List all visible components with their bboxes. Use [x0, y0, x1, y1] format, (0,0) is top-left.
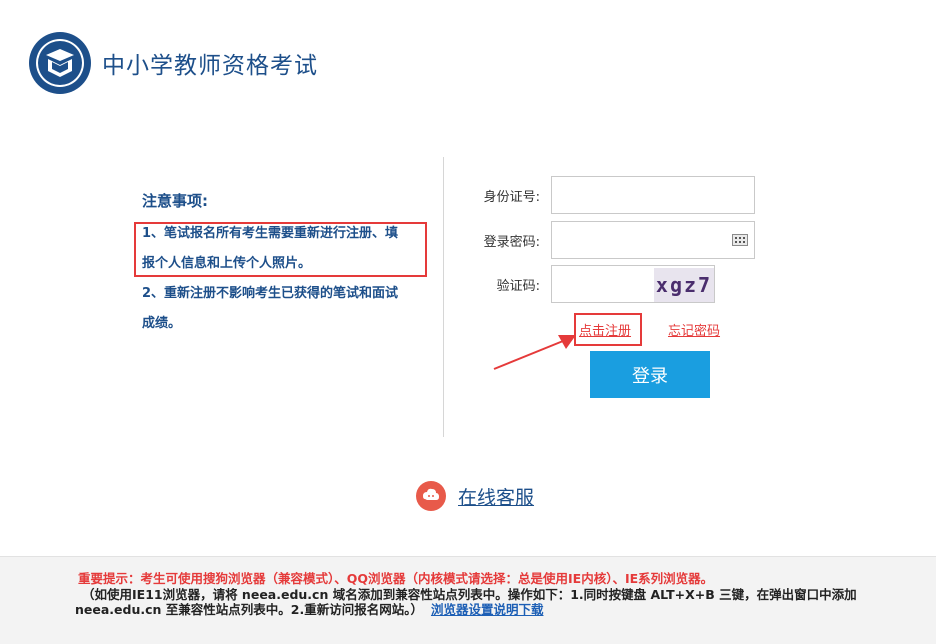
keyboard-icon[interactable] — [732, 234, 748, 246]
captcha-image[interactable]: xgz7 — [654, 268, 714, 302]
forgot-password-link[interactable]: 忘记密码 — [668, 320, 720, 339]
notice-highlight-box — [134, 222, 427, 277]
notice-item-2: 2、重新注册不影响考生已获得的笔试和面试 成绩。 — [142, 279, 442, 339]
password-input[interactable] — [551, 221, 755, 259]
customer-service-icon[interactable] — [416, 481, 446, 511]
site-header: 中小学教师资格考试 — [28, 30, 318, 96]
login-button[interactable]: 登录 — [590, 351, 710, 398]
browser-settings-download-link[interactable]: 浏览器设置说明下载 — [431, 602, 544, 617]
footer-ie11-instruction-cont: neea.edu.cn 至兼容性站点列表中。2.重新访问报名网站。） 浏览器设置说… — [75, 599, 543, 618]
footer: 重要提示：考生可使用搜狗浏览器（兼容模式）、QQ浏览器（内核模式请选择：总是使用… — [0, 556, 936, 644]
online-service-label[interactable]: 在线客服 — [458, 483, 534, 510]
arrow-annotation — [493, 335, 576, 370]
password-label: 登录密码: — [483, 234, 540, 250]
id-number-input[interactable] — [551, 176, 755, 214]
site-title: 中小学教师资格考试 — [102, 53, 318, 79]
footer-line3-text: neea.edu.cn 至兼容性站点列表中。2.重新访问报名网站。） — [75, 602, 423, 617]
id-label: 身份证号: — [483, 189, 540, 205]
online-service[interactable]: 在线客服 — [416, 481, 534, 511]
notice-item-2-line2: 成绩。 — [142, 316, 182, 331]
captcha-label: 验证码: — [496, 278, 540, 294]
vertical-divider — [443, 157, 444, 437]
notice-title: 注意事项: — [142, 192, 208, 210]
logo-icon — [29, 32, 91, 94]
notice-item-2-line1: 2、重新注册不影响考生已获得的笔试和面试 — [142, 286, 399, 301]
